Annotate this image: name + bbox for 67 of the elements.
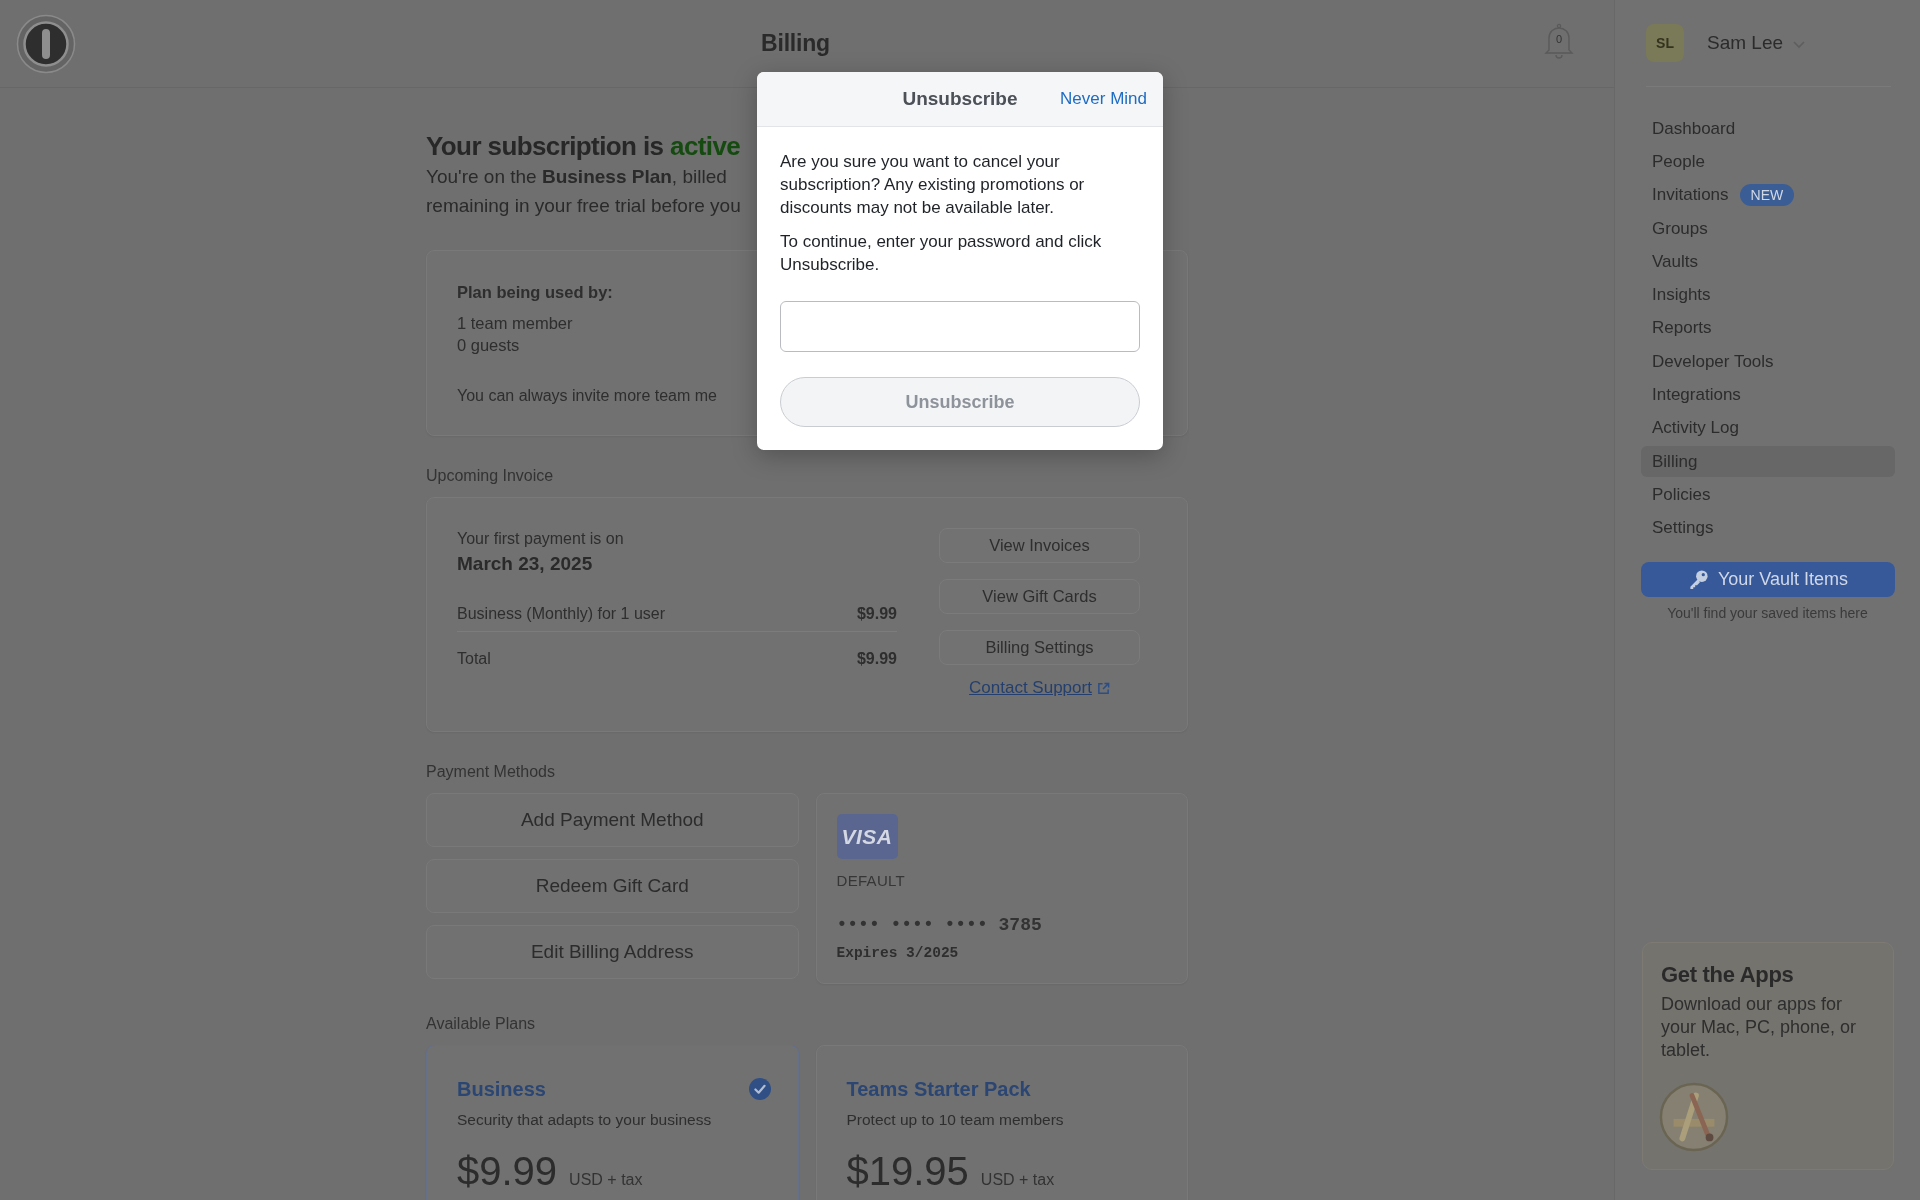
first-payment-label: Your first payment is on <box>457 529 624 549</box>
subscription-summary: remaining in your free trial before you <box>426 194 741 218</box>
plan-price: $19.95 <box>846 1148 969 1194</box>
keyhole-logo-icon[interactable] <box>16 13 76 74</box>
dialog-title: Unsubscribe <box>902 88 1018 110</box>
payment-action-button[interactable]: Add Payment Method <box>426 793 799 847</box>
external-link-icon <box>1096 681 1110 695</box>
payment-action-button[interactable]: Edit Billing Address <box>426 925 799 979</box>
password-field[interactable] <box>780 301 1140 352</box>
sidebar-item[interactable]: Invitations <box>1641 179 1740 211</box>
default-label: DEFAULT <box>836 872 905 890</box>
contact-support-link[interactable]: Contact Support <box>969 677 1092 699</box>
page-title: Billing <box>761 30 830 57</box>
never-mind-link[interactable]: Never Mind <box>1060 89 1147 109</box>
card-number: •••• •••• •••• 3785 <box>836 914 1042 936</box>
sidebar-item[interactable]: Developer Tools <box>1641 346 1785 378</box>
avatar: SL <box>1646 24 1684 62</box>
subscription-summary: You're on the Business Plan, billed <box>426 165 727 189</box>
section-label: Payment Methods <box>426 762 555 782</box>
usage-count: 1 team member <box>457 313 573 334</box>
plan-description: Protect up to 10 team members <box>846 1110 1064 1130</box>
account-menu-button[interactable]: Sam Lee <box>1707 32 1806 54</box>
dialog-text: To continue, enter your password and click Unsubscribe. <box>780 231 1103 276</box>
invoice-action-button[interactable]: Billing Settings <box>939 630 1140 665</box>
sidebar-item[interactable]: Insights <box>1641 279 1722 311</box>
sidebar-item[interactable]: Settings <box>1641 512 1725 544</box>
usage-title: Plan being used by: <box>457 282 613 302</box>
section-label: Available Plans <box>426 1014 536 1034</box>
sidebar-item[interactable]: Billing <box>1641 446 1895 478</box>
subscription-heading: Your subscription is active <box>426 130 741 162</box>
sidebar-item[interactable]: Groups <box>1641 213 1719 245</box>
plan-price: $9.99 <box>457 1148 558 1194</box>
check-circle-icon <box>748 1078 771 1100</box>
invoice-line-label: Total <box>457 649 491 669</box>
promo-text: Download our apps for your Mac, PC, phone, or tablet. <box>1660 993 1858 1062</box>
first-payment-date: March 23, 2025 <box>457 552 593 576</box>
price-note: USD + tax <box>980 1171 1055 1189</box>
usage-note: You can always invite more team me <box>457 386 717 406</box>
payment-action-button[interactable]: Redeem Gift Card <box>426 859 799 913</box>
invoice-line-label: Business (Monthly) for 1 user <box>457 604 666 624</box>
pencil-brush-icon <box>1659 1082 1729 1152</box>
invoice-action-button[interactable]: View Gift Cards <box>939 579 1140 614</box>
sidebar-item[interactable]: Activity Log <box>1641 412 1750 444</box>
usage-count: 0 guests <box>457 335 520 356</box>
sidebar-item[interactable]: Reports <box>1641 312 1723 344</box>
invoice-line-amount: $9.99 <box>856 604 897 624</box>
invoice-action-button[interactable]: View Invoices <box>939 528 1140 563</box>
plan-description: Security that adapts to your business <box>457 1110 712 1130</box>
invoice-line-amount: $9.99 <box>856 649 897 669</box>
dialog-text: Are you sure you want to cancel your subscription? Any existing promotions or discounts may not be available later. <box>780 151 1086 219</box>
plan-name: Teams Starter Pack <box>846 1077 1031 1102</box>
plan-name: Business <box>457 1077 546 1102</box>
sidebar-item[interactable]: Policies <box>1641 479 1722 511</box>
promo-title: Get the Apps <box>1661 962 1794 988</box>
plan-card[interactable]: Teams Starter Pack Protect up to 10 team members $19.95 USD + tax <box>815 1045 1188 1200</box>
new-badge: NEW <box>1739 184 1795 207</box>
key-icon <box>1687 568 1709 590</box>
sidebar-item[interactable]: Dashboard <box>1641 113 1747 145</box>
card-brand-logo: VISA <box>836 814 898 859</box>
vault-items-button[interactable]: Your Vault Items <box>1641 561 1895 597</box>
sidebar-item[interactable]: Integrations <box>1641 379 1752 411</box>
price-note: USD + tax <box>569 1171 643 1189</box>
card-expiry: Expires 3/2025 <box>836 944 959 962</box>
plan-card[interactable]: Business Security that adapts to your business $9.99 USD + tax <box>426 1045 799 1200</box>
sidebar-item[interactable]: Vaults <box>1641 246 1709 278</box>
sidebar-item[interactable]: People <box>1641 146 1716 178</box>
section-label: Upcoming Invoice <box>426 466 554 486</box>
